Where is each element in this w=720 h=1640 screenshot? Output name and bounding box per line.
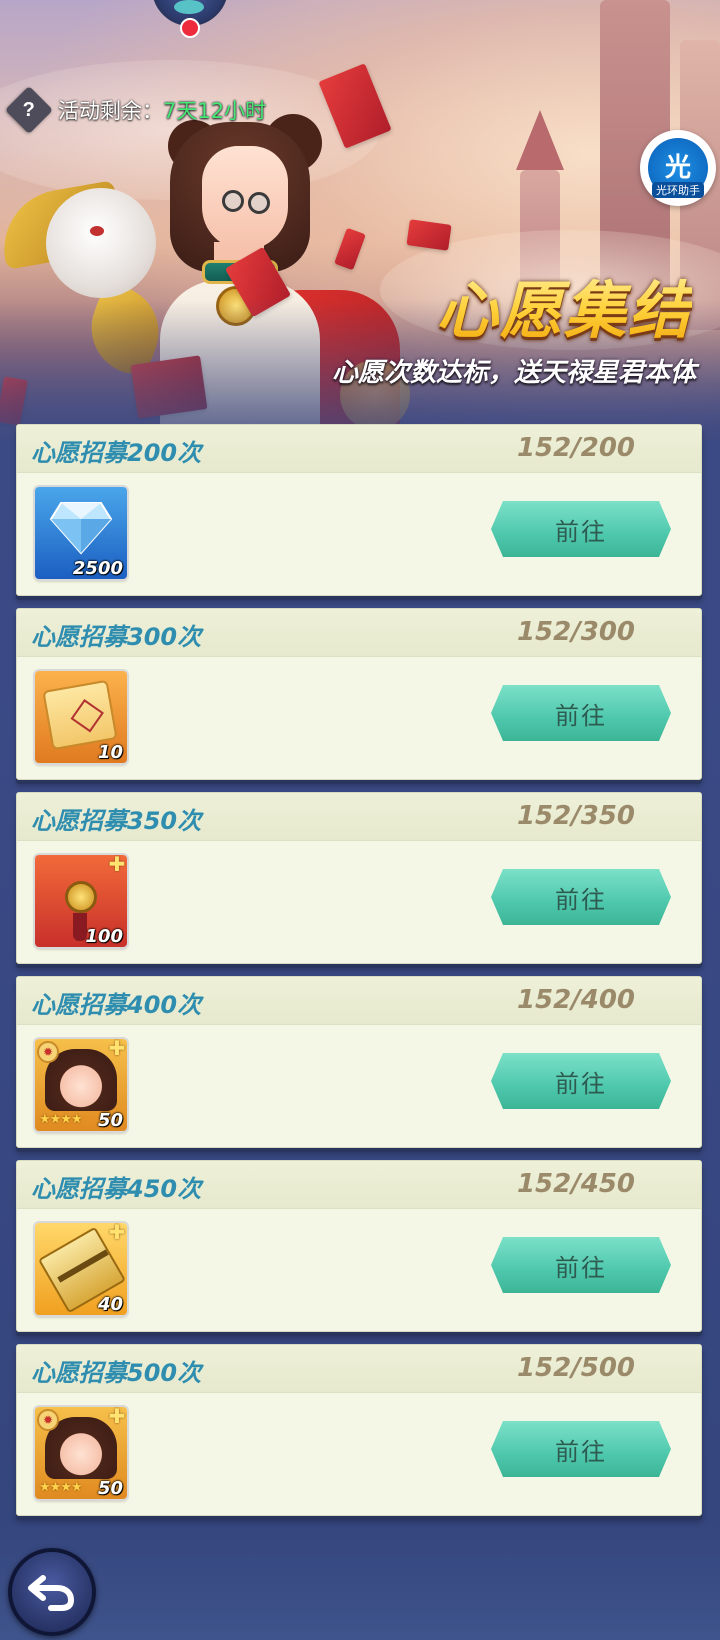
element-badge-icon: ✹ <box>37 1409 59 1431</box>
task-title: 心愿招募200次 <box>31 439 202 467</box>
reward-count: 100 <box>85 926 123 947</box>
red-envelope <box>406 219 452 251</box>
task-progress: 152/200 <box>516 433 635 463</box>
task-progress: 152/500 <box>516 1353 635 1383</box>
back-arrow-icon <box>28 1575 75 1611</box>
go-button[interactable]: 前往 <box>491 869 671 925</box>
task-card: 心愿招募350次 152/350 ✚ 100 前往 <box>16 792 702 964</box>
task-card: 心愿招募300次 152/300 10 前往 <box>16 608 702 780</box>
reward-slot[interactable]: ✹ ✚ ★★★★ 50 <box>35 1039 127 1131</box>
task-header: 心愿招募500次 152/500 <box>17 1345 701 1393</box>
task-header: 心愿招募400次 152/400 <box>17 977 701 1025</box>
go-button[interactable]: 前往 <box>491 1421 671 1477</box>
reward-count: 40 <box>97 1294 123 1315</box>
stars-icon: ★★★★ <box>39 1112 83 1127</box>
event-banner: 心愿集结 心愿次数达标，送天禄星君本体 <box>0 0 720 440</box>
go-button[interactable]: 前往 <box>491 1053 671 1109</box>
go-button-label: 前往 <box>555 1437 607 1466</box>
plus-icon: ✚ <box>108 1223 126 1244</box>
task-header: 心愿招募200次 152/200 <box>17 425 701 473</box>
task-progress: 152/450 <box>516 1169 635 1199</box>
scroll-icon <box>42 679 118 751</box>
task-card: 心愿招募400次 152/400 ✹ ✚ ★★★★ 50 前往 <box>16 976 702 1148</box>
question-icon[interactable]: ? <box>4 85 54 135</box>
reward-slot[interactable]: 10 <box>35 671 127 763</box>
task-header: 心愿招募450次 152/450 <box>17 1161 701 1209</box>
reward-count: 50 <box>97 1478 123 1499</box>
go-button[interactable]: 前往 <box>491 501 671 557</box>
task-title: 心愿招募500次 <box>31 1359 202 1387</box>
reward-count: 10 <box>97 742 123 763</box>
task-title: 心愿招募300次 <box>31 623 202 651</box>
go-button-label: 前往 <box>555 517 607 546</box>
back-button[interactable] <box>8 1548 96 1636</box>
event-subtitle: 心愿次数达标，送天禄星君本体 <box>331 358 696 388</box>
task-progress: 152/350 <box>516 801 635 831</box>
assistant-glyph: 光 <box>664 153 691 183</box>
reward-slot[interactable]: ✹ ✚ ★★★★ 50 <box>35 1407 127 1499</box>
reward-slot[interactable]: ✚ 40 <box>35 1223 127 1315</box>
task-title: 心愿招募350次 <box>31 807 202 835</box>
plus-icon: ✚ <box>108 855 126 876</box>
notification-dot <box>180 18 200 38</box>
task-progress: 152/300 <box>516 617 635 647</box>
reward-count: 2500 <box>72 558 123 579</box>
timer-label: 活动剩余： <box>58 99 163 123</box>
task-progress: 152/400 <box>516 985 635 1015</box>
task-card: 心愿招募450次 152/450 ✚ 40 前往 <box>16 1160 702 1332</box>
task-title: 心愿招募400次 <box>31 991 202 1019</box>
go-button-label: 前往 <box>555 1069 607 1098</box>
plus-icon: ✚ <box>108 1039 126 1060</box>
task-header: 心愿招募300次 152/300 <box>17 609 701 657</box>
timer-value: 7天12小时 <box>163 99 267 123</box>
diamond-icon <box>49 502 113 555</box>
task-header: 心愿招募350次 152/350 <box>17 793 701 841</box>
stars-icon: ★★★★ <box>39 1480 83 1495</box>
task-card: 心愿招募500次 152/500 ✹ ✚ ★★★★ 50 前往 <box>16 1344 702 1516</box>
event-title: 心愿集结 <box>436 260 692 350</box>
reward-count: 50 <box>97 1110 123 1131</box>
task-title: 心愿招募450次 <box>31 1175 202 1203</box>
reward-slot[interactable]: 2500 <box>35 487 127 579</box>
plus-icon: ✚ <box>108 1407 126 1428</box>
assistant-caption: 光环助手 <box>652 182 704 198</box>
go-button[interactable]: 前往 <box>491 1237 671 1293</box>
reward-slot[interactable]: ✚ 100 <box>35 855 127 947</box>
fish-icon <box>174 0 204 14</box>
go-button-label: 前往 <box>555 701 607 730</box>
assistant-floating-button[interactable]: 光 光环助手 <box>640 130 716 206</box>
event-timer: ? 活动剩余： 7天12小时 <box>4 85 267 135</box>
go-button-label: 前往 <box>555 885 607 914</box>
task-card: 心愿招募200次 152/200 2500 前往 <box>16 424 702 596</box>
go-button[interactable]: 前往 <box>491 685 671 741</box>
task-list: 心愿招募200次 152/200 2500 前往 心愿招募300次 152/30… <box>16 424 702 1516</box>
go-button-label: 前往 <box>555 1253 607 1282</box>
element-badge-icon: ✹ <box>37 1041 59 1063</box>
